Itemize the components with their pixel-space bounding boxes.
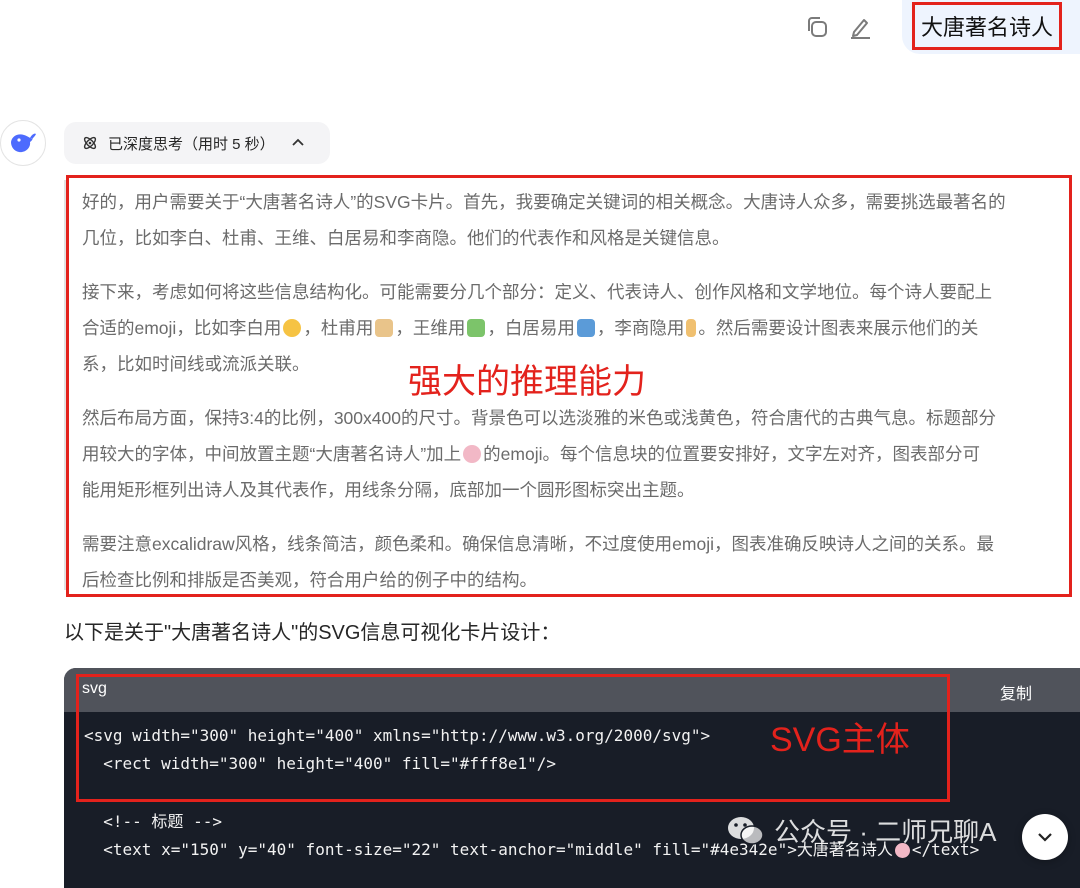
wechat-icon bbox=[728, 816, 764, 845]
chevron-down-icon bbox=[1038, 833, 1052, 842]
deepseek-whale-icon bbox=[11, 133, 36, 153]
watermark-text: 公众号 · 二师兄聊A bbox=[774, 817, 997, 847]
atom-icon bbox=[83, 136, 97, 150]
deep-thinking-toggle[interactable]: 已深度思考（用时 5 秒） bbox=[64, 122, 330, 164]
copy-icon bbox=[808, 17, 827, 37]
scroll-to-bottom-button[interactable] bbox=[1022, 814, 1068, 860]
answer-intro: 以下是关于"大唐著名诗人"的SVG信息可视化卡片设计： bbox=[64, 622, 561, 644]
user-message-text: 大唐著名诗人 bbox=[912, 2, 1062, 50]
copy-code-button[interactable]: 复制 bbox=[1000, 680, 1032, 704]
svg-annotation: SVG主体 bbox=[770, 721, 910, 759]
watermark: 公众号 · 二师兄聊A bbox=[726, 812, 996, 849]
assistant-avatar bbox=[0, 120, 46, 166]
chevron-up-icon bbox=[292, 138, 304, 146]
edit-message-button[interactable] bbox=[843, 10, 877, 44]
edit-icon bbox=[851, 19, 870, 39]
code-line: <!-- 标题 --> bbox=[84, 812, 222, 831]
reasoning-annotation: 强大的推理能力 bbox=[408, 362, 646, 402]
thinking-label: 已深度思考（用时 5 秒） bbox=[108, 135, 275, 153]
copy-message-button[interactable] bbox=[800, 10, 834, 44]
